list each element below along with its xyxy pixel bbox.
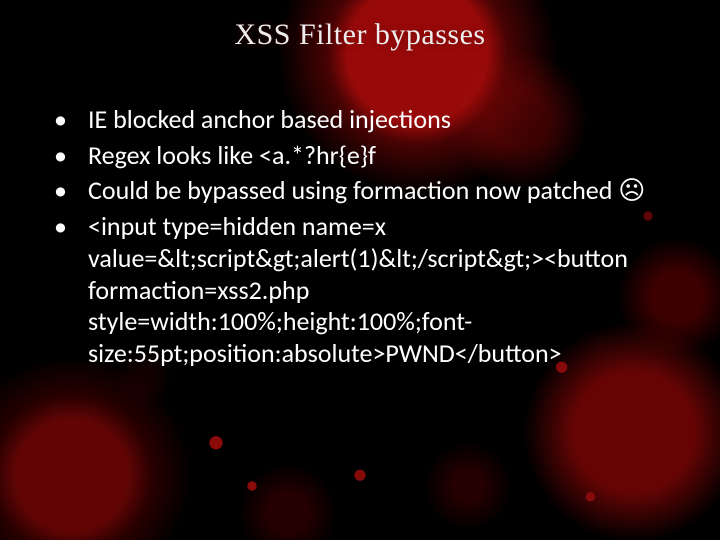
bullet-text: Could be bypassed using formaction now p… bbox=[88, 174, 645, 206]
slide-body: IE blocked anchor based injections Regex… bbox=[0, 52, 720, 370]
bullet-text: Regex looks like <a.*?hr{e}f bbox=[88, 139, 376, 171]
bullet-text: <input type=hidden name=x value=&lt;scri… bbox=[88, 210, 628, 369]
list-item: Regex looks like <a.*?hr{e}f bbox=[30, 140, 690, 172]
list-item: <input type=hidden name=x value=&lt;scri… bbox=[30, 211, 690, 370]
list-item: IE blocked anchor based injections bbox=[30, 104, 690, 136]
bullet-text: IE blocked anchor based injections bbox=[88, 103, 451, 135]
list-item: Could be bypassed using formaction now p… bbox=[30, 175, 690, 207]
bullet-list: IE blocked anchor based injections Regex… bbox=[30, 104, 690, 370]
slide: XSS Filter bypasses IE blocked anchor ba… bbox=[0, 0, 720, 540]
slide-title: XSS Filter bypasses bbox=[0, 0, 720, 52]
